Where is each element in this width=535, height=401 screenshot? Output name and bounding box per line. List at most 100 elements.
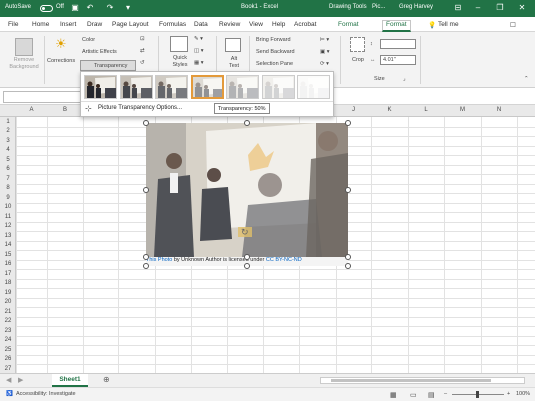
tab-acrobat[interactable]: Acrobat	[294, 21, 316, 28]
height-field[interactable]	[380, 39, 416, 49]
tab-home[interactable]: Home	[32, 21, 49, 28]
resize-handle[interactable]	[143, 254, 149, 260]
resize-handle[interactable]	[345, 187, 351, 193]
align-icon[interactable]: ⊨ ▾	[320, 37, 329, 43]
resize-handle[interactable]	[345, 263, 351, 269]
row-header[interactable]: 19	[0, 290, 16, 296]
picture-transparency-options[interactable]: Picture Transparency Options...	[98, 105, 182, 111]
tell-me-box[interactable]: Tell me	[438, 21, 459, 28]
remove-background-button[interactable]: Remove Background	[4, 57, 44, 71]
zoom-slider[interactable]	[452, 391, 504, 398]
row-header[interactable]: 10	[0, 204, 16, 210]
row-header[interactable]: 12	[0, 223, 16, 229]
user-name[interactable]: Greg Harvey	[399, 4, 433, 10]
transparency-swatch[interactable]	[261, 75, 295, 99]
row-header[interactable]: 26	[0, 356, 16, 362]
caption-photo-link[interactable]: This Photo	[146, 257, 172, 263]
horizontal-scrollbar-thumb[interactable]	[331, 379, 491, 382]
row-header[interactable]: 21	[0, 309, 16, 315]
transparency-swatch[interactable]	[84, 75, 117, 99]
reset-picture-icon[interactable]: ↺	[140, 60, 145, 66]
transparency-swatch[interactable]	[119, 75, 153, 99]
restore-icon[interactable]: ❐	[494, 2, 506, 14]
bring-forward-button[interactable]: Bring Forward	[256, 37, 291, 43]
tab-format-drawing[interactable]: Format	[338, 21, 359, 28]
picture-effects-icon[interactable]: ◫ ▾	[194, 48, 204, 54]
row-header[interactable]: 17	[0, 271, 16, 277]
row-header[interactable]: 2	[0, 128, 16, 134]
row-header[interactable]: 18	[0, 280, 16, 286]
resize-handle[interactable]	[143, 263, 149, 269]
width-field[interactable]: 4.01"	[380, 55, 416, 65]
tab-format-picture[interactable]: Format	[382, 20, 411, 32]
page-layout-view-icon[interactable]: ▭	[410, 391, 417, 399]
column-header[interactable]: L	[408, 107, 444, 113]
tab-insert[interactable]: Insert	[60, 21, 76, 28]
row-header[interactable]: 11	[0, 214, 16, 220]
name-box[interactable]	[3, 91, 81, 103]
sheet-prev-icon[interactable]: ◀	[6, 376, 11, 384]
add-sheet-icon[interactable]: ⊕	[103, 375, 110, 384]
row-header[interactable]: 4	[0, 147, 16, 153]
row-header[interactable]: 25	[0, 347, 16, 353]
row-header[interactable]: 23	[0, 328, 16, 334]
transparency-swatch[interactable]	[190, 75, 224, 99]
row-header[interactable]: 3	[0, 138, 16, 144]
quick-styles-button[interactable]: Quick Styles	[169, 55, 191, 69]
tab-review[interactable]: Review	[219, 21, 240, 28]
row-header[interactable]: 6	[0, 166, 16, 172]
group-icon[interactable]: ▣ ▾	[320, 49, 330, 55]
rotate-icon[interactable]: ⟳ ▾	[320, 61, 329, 67]
rotate-handle-icon[interactable]: ↻	[241, 227, 249, 238]
row-header[interactable]: 24	[0, 337, 16, 343]
row-header[interactable]: 20	[0, 299, 16, 305]
transparency-button-highlight[interactable]: Transparency	[80, 60, 136, 71]
resize-handle[interactable]	[244, 263, 250, 269]
horizontal-scrollbar[interactable]	[320, 377, 525, 384]
tab-view[interactable]: View	[249, 21, 263, 28]
tab-draw[interactable]: Draw	[87, 21, 102, 28]
resize-handle[interactable]	[345, 254, 351, 260]
row-header[interactable]: 16	[0, 261, 16, 267]
corrections-button[interactable]: Corrections	[47, 58, 75, 64]
alt-text-button[interactable]: Alt Text	[226, 56, 242, 70]
undo-icon[interactable]: ↶	[84, 2, 96, 14]
row-header[interactable]: 5	[0, 157, 16, 163]
size-dialog-launcher-icon[interactable]: ⌟	[403, 76, 406, 82]
customize-icon[interactable]: ▾	[122, 2, 134, 14]
resize-handle[interactable]	[143, 120, 149, 126]
tab-formulas[interactable]: Formulas	[159, 21, 186, 28]
row-header[interactable]: 27	[0, 366, 16, 372]
change-picture-icon[interactable]: ⇄	[140, 48, 145, 54]
row-header[interactable]: 13	[0, 233, 16, 239]
zoom-out-icon[interactable]: –	[444, 391, 447, 397]
resize-handle[interactable]	[244, 120, 250, 126]
compress-pictures-icon[interactable]: ⊡	[140, 36, 145, 42]
accessibility-icon[interactable]: ♿	[6, 391, 13, 397]
zoom-level[interactable]: 100%	[516, 391, 530, 397]
normal-view-icon[interactable]: ▦	[390, 391, 397, 399]
page-break-view-icon[interactable]: ▤	[428, 391, 435, 399]
column-header[interactable]: N	[481, 107, 517, 113]
transparency-button[interactable]: Transparency	[94, 63, 127, 69]
ribbon-display-icon[interactable]: ⊟	[452, 2, 464, 14]
row-header[interactable]: 8	[0, 185, 16, 191]
picture-border-icon[interactable]: ✎ ▾	[194, 36, 203, 42]
row-header[interactable]: 7	[0, 176, 16, 182]
resize-handle[interactable]	[244, 254, 250, 260]
tab-file[interactable]: File	[8, 21, 18, 28]
collapse-ribbon-icon[interactable]: ⌃	[524, 76, 529, 82]
autosave-toggle[interactable]	[40, 5, 53, 12]
row-header[interactable]: 22	[0, 318, 16, 324]
tab-data[interactable]: Data	[194, 21, 208, 28]
color-button[interactable]: Color	[82, 37, 95, 43]
transparency-swatch[interactable]	[226, 75, 259, 99]
caption-license-link[interactable]: CC BY-NC-ND	[266, 257, 302, 263]
row-header[interactable]: 15	[0, 252, 16, 258]
accessibility-status[interactable]: Accessibility: Investigate	[16, 391, 76, 397]
column-header[interactable]: J	[336, 107, 371, 113]
sheet-tab-sheet1[interactable]: Sheet1	[52, 374, 88, 387]
row-header[interactable]: 9	[0, 195, 16, 201]
column-header[interactable]: K	[371, 107, 408, 113]
artistic-effects-button[interactable]: Artistic Effects	[82, 49, 117, 55]
